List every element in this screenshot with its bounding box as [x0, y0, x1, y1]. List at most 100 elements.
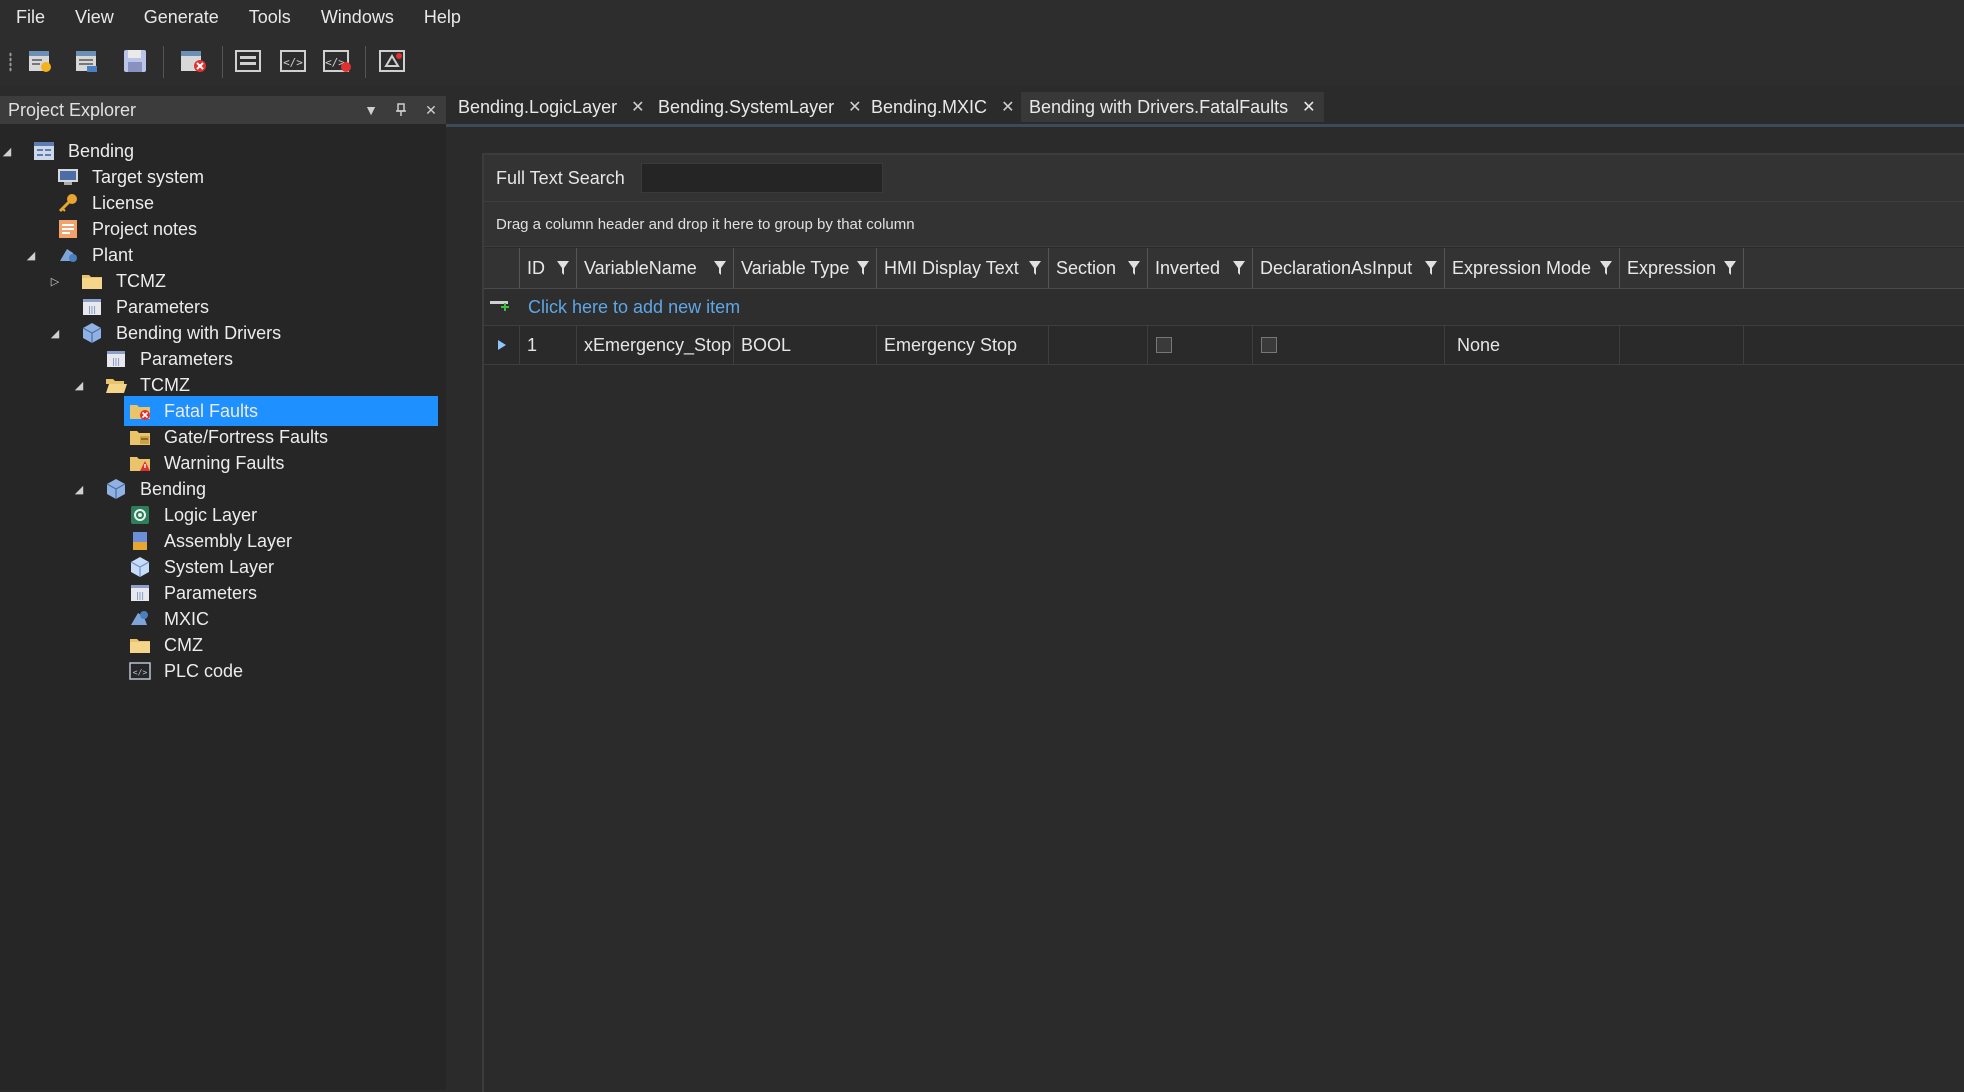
editor-content: Full Text Search Drag a column header an… [446, 127, 1964, 1092]
column-header-label: HMI Display Text [884, 257, 1019, 278]
menu-file[interactable]: File [0, 0, 60, 34]
tab-bending-logiclayer[interactable]: Bending.LogicLayer ✕ [458, 92, 645, 122]
cell-expression-mode[interactable]: None [1445, 326, 1620, 364]
dropdown-icon[interactable]: ▼ [362, 101, 380, 119]
group-panel[interactable]: Drag a column header and drop it here to… [484, 202, 1964, 247]
column-header-expression[interactable]: Expression [1620, 248, 1744, 288]
tab-fatalfaults[interactable]: Bending with Drivers.FatalFaults ✕ [1021, 92, 1324, 122]
tree-item-label: TCMZ [140, 374, 190, 395]
search-label: Full Text Search [496, 167, 625, 188]
deploy-icon[interactable] [376, 46, 408, 76]
column-header-id[interactable]: ID [520, 248, 577, 288]
collapse-arrow-icon[interactable]: ◢ [0, 144, 14, 158]
tree-item-label: MXIC [164, 608, 209, 629]
search-input[interactable] [640, 163, 883, 193]
tree-item-label: Bending [68, 140, 135, 161]
add-new-item-link[interactable]: Click here to add new item [528, 297, 740, 318]
filter-icon[interactable] [1028, 260, 1042, 276]
cell-value: Emergency Stop [884, 334, 1018, 355]
cell-variablename[interactable]: xEmergency_Stop [577, 326, 734, 364]
column-header-variablename[interactable]: VariableName [577, 248, 734, 288]
menu-generate[interactable]: Generate [129, 0, 234, 34]
filter-icon[interactable] [1127, 260, 1141, 276]
tree-item-label: License [92, 192, 155, 213]
close-project-icon[interactable] [177, 46, 209, 76]
generate-code-icon[interactable]: </> [277, 46, 309, 76]
column-header-label: Expression [1627, 257, 1717, 278]
plc-code-icon: </> [128, 660, 152, 682]
filter-icon[interactable] [713, 260, 727, 276]
filter-icon[interactable] [1599, 260, 1613, 276]
cell-id[interactable]: 1 [520, 326, 577, 364]
cell-value: 1 [527, 334, 538, 355]
column-header-section[interactable]: Section [1049, 248, 1148, 288]
logic-layer-icon [128, 504, 152, 526]
new-project-icon[interactable] [24, 46, 56, 76]
close-icon[interactable]: ✕ [1001, 97, 1014, 117]
tree-item[interactable]: </> PLC code [124, 656, 243, 686]
collapse-arrow-icon[interactable]: ◢ [48, 326, 62, 340]
cell-value: xEmergency_Stop [584, 334, 732, 355]
add-new-row[interactable]: Click here to add new item [484, 289, 1964, 326]
filter-icon[interactable] [1232, 260, 1246, 276]
tab-bending-mxic[interactable]: Bending.MXIC ✕ [871, 92, 1014, 122]
column-header-label: DeclarationAsInput [1260, 257, 1413, 278]
fatal-fault-icon [128, 400, 152, 422]
generate-code-error-icon[interactable]: </> [321, 46, 353, 76]
table-row[interactable]: 1 xEmergency_Stop BOOL Emergency Stop None [484, 326, 1964, 365]
menu-tools[interactable]: Tools [234, 0, 306, 34]
close-icon[interactable]: ✕ [631, 97, 644, 117]
checkbox[interactable] [1156, 337, 1172, 353]
filter-icon[interactable] [1424, 260, 1438, 276]
filter-icon[interactable] [556, 260, 570, 276]
cell-expression[interactable] [1620, 326, 1744, 364]
column-header-hmi-display-text[interactable]: HMI Display Text [877, 248, 1049, 288]
cell-variable-type[interactable]: BOOL [734, 326, 877, 364]
close-icon[interactable]: ✕ [1302, 97, 1315, 117]
column-header-variable-type[interactable]: Variable Type [734, 248, 877, 288]
column-header-row: ID VariableName Variable Type HMI Display T… [484, 248, 1964, 289]
plant-icon [56, 244, 80, 266]
cell-inverted[interactable] [1148, 326, 1253, 364]
tree-item-label: System Layer [164, 556, 275, 577]
filter-icon[interactable] [856, 260, 870, 276]
tab-bending-systemlayer[interactable]: Bending.SystemLayer ✕ [658, 92, 862, 122]
expand-arrow-icon[interactable]: ▷ [48, 274, 62, 288]
tree-item-label: Bending [140, 478, 207, 499]
tab-label: Bending with Drivers.FatalFaults [1029, 96, 1289, 117]
tree-item-label: Assembly Layer [164, 530, 293, 551]
menu-windows[interactable]: Windows [306, 0, 409, 34]
cell-section[interactable] [1049, 326, 1148, 364]
close-icon[interactable]: ✕ [422, 101, 440, 119]
assembly-layer-icon [128, 530, 152, 552]
row-indicator-header [484, 248, 520, 288]
column-header-expression-mode[interactable]: Expression Mode [1445, 248, 1620, 288]
target-system-icon [56, 166, 80, 188]
column-header-label: Section [1056, 257, 1117, 278]
menu-view[interactable]: View [60, 0, 129, 34]
toolbar-grip[interactable] [9, 52, 12, 72]
generate-hmi-icon[interactable] [232, 46, 264, 76]
menu-help[interactable]: Help [409, 0, 476, 34]
column-header-declarationasinput[interactable]: DeclarationAsInput [1253, 248, 1445, 288]
collapse-arrow-icon[interactable]: ◢ [72, 378, 86, 392]
cell-declarationasinput[interactable] [1253, 326, 1445, 364]
filter-icon[interactable] [1723, 260, 1737, 276]
open-project-icon[interactable] [71, 46, 103, 76]
pin-icon[interactable] [392, 101, 410, 119]
collapse-arrow-icon[interactable]: ◢ [72, 482, 86, 496]
tab-label: Bending.LogicLayer [458, 96, 618, 117]
system-layer-icon [128, 556, 152, 578]
column-header-inverted[interactable]: Inverted [1148, 248, 1253, 288]
save-icon[interactable] [119, 46, 151, 76]
collapse-arrow-icon[interactable]: ◢ [24, 248, 38, 262]
project-icon [32, 140, 56, 162]
search-row: Full Text Search [484, 155, 1964, 202]
close-icon[interactable]: ✕ [848, 97, 861, 117]
mxic-icon [128, 608, 152, 630]
checkbox[interactable] [1261, 337, 1277, 353]
cell-hmi-display-text[interactable]: Emergency Stop [877, 326, 1049, 364]
warning-fault-icon [128, 452, 152, 474]
menu-bar: File View Generate Tools Windows Help [0, 0, 1964, 34]
tree-item-label: Fatal Faults [164, 400, 259, 421]
